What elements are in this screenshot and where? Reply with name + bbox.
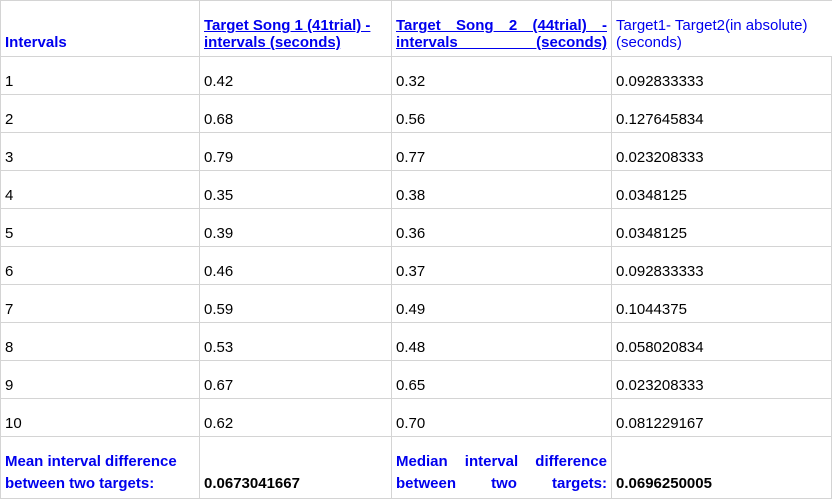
cell-song2[interactable]: 0.70 (391, 398, 612, 437)
cell-diff[interactable]: 0.092833333 (611, 56, 832, 95)
cell-song2[interactable]: 0.36 (391, 208, 612, 247)
cell-diff[interactable]: 0.092833333 (611, 246, 832, 285)
cell-song2[interactable]: 0.77 (391, 132, 612, 171)
cell-song1[interactable]: 0.35 (199, 170, 392, 209)
table-row: 10 0.62 0.70 0.081229167 (0, 398, 832, 437)
interval-comparison-table: Intervals Target Song 1 (41trial) - inte… (0, 0, 832, 499)
cell-diff[interactable]: 0.023208333 (611, 360, 832, 399)
cell-song1[interactable]: 0.46 (199, 246, 392, 285)
cell-song1[interactable]: 0.53 (199, 322, 392, 361)
table-row: 9 0.67 0.65 0.023208333 (0, 360, 832, 399)
cell-diff[interactable]: 0.1044375 (611, 284, 832, 323)
mean-label-cell[interactable]: Mean interval difference between two tar… (0, 436, 200, 499)
header-difference[interactable]: Target1- Target2(in absolute) (seconds) (611, 0, 832, 57)
cell-song2[interactable]: 0.56 (391, 94, 612, 133)
header-row: Intervals Target Song 1 (41trial) - inte… (0, 0, 832, 57)
cell-interval[interactable]: 1 (0, 56, 200, 95)
header-intervals-label: Intervals (5, 34, 67, 51)
cell-song1[interactable]: 0.59 (199, 284, 392, 323)
cell-interval[interactable]: 8 (0, 322, 200, 361)
cell-song2[interactable]: 0.49 (391, 284, 612, 323)
cell-interval[interactable]: 5 (0, 208, 200, 247)
cell-diff[interactable]: 0.0348125 (611, 170, 832, 209)
table-row: 7 0.59 0.49 0.1044375 (0, 284, 832, 323)
mean-value-cell[interactable]: 0.0673041667 (199, 436, 392, 499)
cell-interval[interactable]: 6 (0, 246, 200, 285)
cell-song1[interactable]: 0.42 (199, 56, 392, 95)
median-interval-label: Median interval difference between two t… (396, 453, 607, 492)
cell-interval[interactable]: 10 (0, 398, 200, 437)
cell-song2[interactable]: 0.38 (391, 170, 612, 209)
header-target-song-1[interactable]: Target Song 1 (41trial) - intervals (sec… (199, 0, 392, 57)
cell-interval[interactable]: 3 (0, 132, 200, 171)
cell-song1[interactable]: 0.67 (199, 360, 392, 399)
cell-diff[interactable]: 0.058020834 (611, 322, 832, 361)
table-row: 2 0.68 0.56 0.127645834 (0, 94, 832, 133)
table-row: 5 0.39 0.36 0.0348125 (0, 208, 832, 247)
cell-song2[interactable]: 0.32 (391, 56, 612, 95)
cell-diff[interactable]: 0.127645834 (611, 94, 832, 133)
cell-song2[interactable]: 0.65 (391, 360, 612, 399)
header-target-song-2-label: Target Song 2 (44trial) - intervals (sec… (396, 17, 607, 51)
header-target-song-2-wrap: Target Song 2 (44trial) - intervals (sec… (396, 17, 607, 51)
mean-interval-label: Mean interval difference between two tar… (5, 453, 177, 492)
median-interval-value: 0.0696250005 (616, 475, 712, 492)
median-label-cell[interactable]: Median interval difference between two t… (391, 436, 612, 499)
cell-song2[interactable]: 0.48 (391, 322, 612, 361)
cell-interval[interactable]: 9 (0, 360, 200, 399)
cell-interval[interactable]: 4 (0, 170, 200, 209)
table-row: 8 0.53 0.48 0.058020834 (0, 322, 832, 361)
header-target-song-1-label: Target Song 1 (41trial) - intervals (sec… (204, 17, 371, 51)
cell-song1[interactable]: 0.68 (199, 94, 392, 133)
cell-diff[interactable]: 0.0348125 (611, 208, 832, 247)
cell-diff[interactable]: 0.081229167 (611, 398, 832, 437)
cell-diff[interactable]: 0.023208333 (611, 132, 832, 171)
table-row: 6 0.46 0.37 0.092833333 (0, 246, 832, 285)
cell-interval[interactable]: 7 (0, 284, 200, 323)
cell-interval[interactable]: 2 (0, 94, 200, 133)
cell-song1[interactable]: 0.39 (199, 208, 392, 247)
table-row: 4 0.35 0.38 0.0348125 (0, 170, 832, 209)
table-row: 1 0.42 0.32 0.092833333 (0, 56, 832, 95)
median-value-cell[interactable]: 0.0696250005 (611, 436, 832, 499)
cell-song1[interactable]: 0.62 (199, 398, 392, 437)
header-target-song-2[interactable]: Target Song 2 (44trial) - intervals (sec… (391, 0, 612, 57)
summary-row: Mean interval difference between two tar… (0, 436, 832, 499)
mean-interval-value: 0.0673041667 (204, 475, 300, 492)
cell-song2[interactable]: 0.37 (391, 246, 612, 285)
median-label-wrap: Median interval difference between two t… (396, 451, 607, 495)
cell-song1[interactable]: 0.79 (199, 132, 392, 171)
header-difference-label: Target1- Target2(in absolute) (seconds) (616, 17, 808, 51)
table-row: 3 0.79 0.77 0.023208333 (0, 132, 832, 171)
header-intervals[interactable]: Intervals (0, 0, 200, 57)
